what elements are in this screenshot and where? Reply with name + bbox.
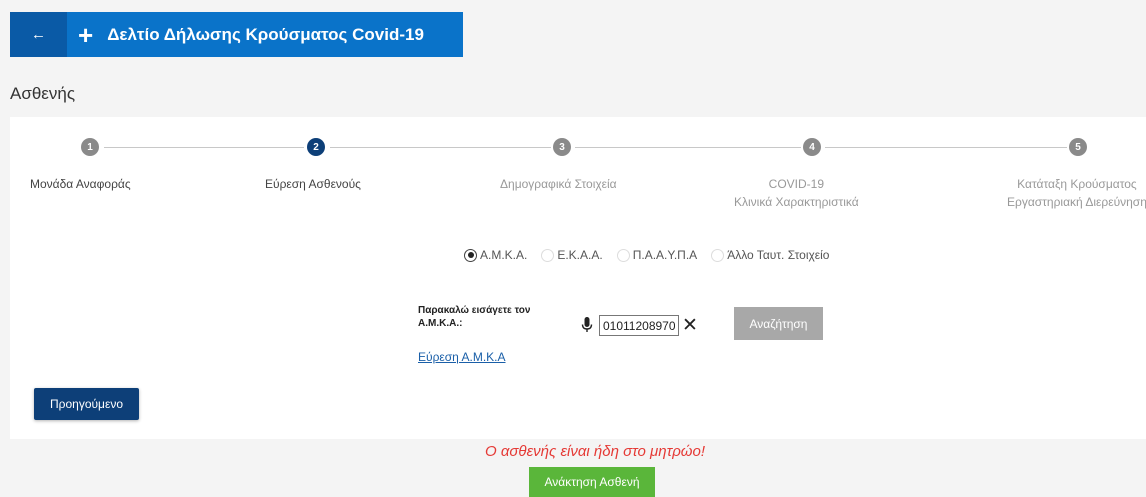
amka-label-line1: Παρακαλώ εισάγετε τον <box>418 305 531 316</box>
step-5-label: Κατάταξη Κρούσματος Εργαστηριακή Διερεύν… <box>1007 175 1146 211</box>
app-header: ← + Δελτίο Δήλωσης Κρούσματος Covid-19 <box>10 12 463 57</box>
radio-label: Π.Α.Α.Υ.Π.Α <box>632 248 698 262</box>
search-button[interactable]: Αναζήτηση <box>734 307 823 340</box>
radio-unchecked-icon[interactable] <box>616 248 630 262</box>
radio-ekaa[interactable]: Ε.Κ.Α.Α. <box>541 248 603 262</box>
app-title: Δελτίο Δήλωσης Κρούσματος Covid-19 <box>107 24 424 44</box>
radio-amka[interactable]: Α.Μ.Κ.Α. <box>464 248 527 262</box>
radio-unchecked-icon[interactable] <box>541 248 555 262</box>
stepper-connector <box>104 147 304 148</box>
radio-label: Ε.Κ.Α.Α. <box>557 248 603 262</box>
amka-input[interactable] <box>599 315 679 336</box>
find-amka-link[interactable]: Εύρεση Α.Μ.Κ.Α <box>418 350 506 364</box>
page-title: Ασθενής <box>10 84 76 103</box>
id-type-radio-group: Α.Μ.Κ.Α. Ε.Κ.Α.Α. Π.Α.Α.Υ.Π.Α Άλλο Ταυτ.… <box>464 248 843 262</box>
recall-patient-button[interactable]: Ανάκτηση Ασθενή <box>529 467 655 497</box>
stepper-connector <box>330 147 551 148</box>
amka-field-label: Παρακαλώ εισάγετε τον Α.Μ.Κ.Α.: <box>418 304 553 330</box>
clear-icon[interactable]: ✕ <box>682 315 698 336</box>
step-3-indicator[interactable]: 3 <box>553 138 571 156</box>
radio-checked-icon[interactable] <box>464 248 477 262</box>
stepper-connector <box>575 147 801 148</box>
step-3-label: Δημογραφικά Στοιχεία <box>500 177 617 191</box>
microphone-icon[interactable] <box>581 317 593 333</box>
radio-other-id[interactable]: Άλλο Ταυτ. Στοιχείο <box>711 248 829 262</box>
radio-label: Α.Μ.Κ.Α. <box>480 248 528 262</box>
plus-icon[interactable]: + <box>78 22 93 48</box>
previous-button[interactable]: Προηγούμενο <box>34 388 139 420</box>
back-button[interactable]: ← <box>10 12 67 57</box>
step-4-label-line1: COVID-19 <box>768 177 825 191</box>
step-5-indicator[interactable]: 5 <box>1069 138 1087 156</box>
amka-label-line2: Α.Μ.Κ.Α.: <box>418 318 463 329</box>
patient-exists-message: Ο ασθενής είναι ήδη στο μητρώο! <box>485 443 705 460</box>
step-4-indicator[interactable]: 4 <box>803 138 821 156</box>
step-1-label: Μονάδα Αναφοράς <box>30 177 131 191</box>
step-2-indicator[interactable]: 2 <box>307 138 325 156</box>
arrow-left-icon: ← <box>31 26 46 43</box>
main-panel: 1 2 3 4 5 Μονάδα Αναφοράς Εύρεση Ασθενού… <box>10 117 1146 439</box>
step-2-label: Εύρεση Ασθενούς <box>265 177 361 191</box>
step-1-indicator[interactable]: 1 <box>81 138 99 156</box>
step-4-label: COVID-19 Κλινικά Χαρακτηριστικά <box>734 175 859 211</box>
radio-paaypa[interactable]: Π.Α.Α.Υ.Π.Α <box>616 248 698 262</box>
radio-label: Άλλο Ταυτ. Στοιχείο <box>727 248 830 262</box>
stepper-connector <box>825 147 1067 148</box>
step-5-label-line1: Κατάταξη Κρούσματος <box>1017 177 1137 191</box>
step-5-label-line2: Εργαστηριακή Διερεύνηση <box>1007 195 1146 209</box>
step-4-label-line2: Κλινικά Χαρακτηριστικά <box>734 195 859 209</box>
radio-unchecked-icon[interactable] <box>711 248 725 262</box>
